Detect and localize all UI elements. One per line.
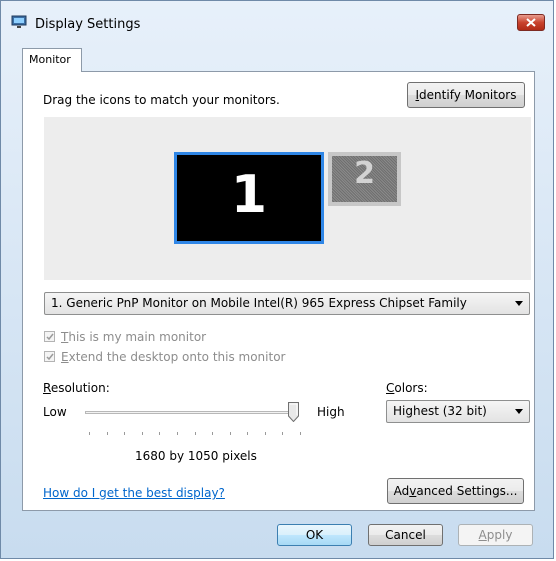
monitor-2-number: 2 <box>354 156 375 191</box>
apply-button[interactable]: Apply <box>458 524 533 546</box>
cancel-button[interactable]: Cancel <box>368 524 443 546</box>
tab-monitor[interactable]: Monitor <box>22 48 82 72</box>
resolution-slider-thumb[interactable] <box>288 402 299 422</box>
main-monitor-checkbox-box[interactable] <box>44 331 55 342</box>
display-settings-icon <box>11 15 27 28</box>
close-button[interactable] <box>517 14 545 31</box>
slider-tick <box>177 432 178 435</box>
extend-text: xtend the desktop onto this monitor <box>68 350 286 364</box>
monitor-2-icon[interactable]: 2 <box>328 152 401 206</box>
resolution-slider-track[interactable] <box>85 411 299 414</box>
resolution-accel: R <box>43 381 51 395</box>
resolution-readout: 1680 by 1050 pixels <box>135 449 257 463</box>
slider-tick <box>282 432 283 435</box>
chevron-down-icon <box>515 301 523 306</box>
title-bar[interactable]: Display Settings <box>1 1 553 41</box>
monitor-1-number: 1 <box>230 165 268 225</box>
resolution-slider-ticks <box>89 432 301 435</box>
identify-monitors-button[interactable]: Identify Monitors <box>407 82 525 108</box>
extend-desktop-label: Extend the desktop onto this monitor <box>61 350 285 364</box>
slider-tick <box>300 432 301 435</box>
main-monitor-label: This is my main monitor <box>61 330 206 344</box>
colors-select[interactable]: Highest (32 bit) <box>386 400 530 423</box>
chevron-down-icon <box>515 409 523 414</box>
slider-tick <box>265 432 266 435</box>
colors-select-value: Highest (32 bit) <box>393 404 487 418</box>
identify-label: dentify Monitors <box>419 88 517 102</box>
extend-accel: E <box>61 350 69 364</box>
monitor-select[interactable]: 1. Generic PnP Monitor on Mobile Intel(R… <box>44 292 530 315</box>
help-link-pre: How do <box>43 486 92 500</box>
slider-tick <box>124 432 125 435</box>
best-display-help-link[interactable]: How do I get the best display? <box>43 486 225 500</box>
slider-tick <box>89 432 90 435</box>
main-monitor-text: his is my main monitor <box>68 330 207 344</box>
tab-monitor-label: Monitor <box>29 53 71 66</box>
checkmark-icon <box>46 333 54 341</box>
colors-label: Colors: <box>386 381 428 395</box>
close-icon <box>526 18 536 27</box>
resolution-label: Resolution: <box>43 381 110 395</box>
checkmark-icon <box>46 353 54 361</box>
advanced-pre: Ad <box>393 484 410 498</box>
monitor-arrangement-area[interactable]: 1 2 <box>44 117 531 280</box>
slider-tick <box>230 432 231 435</box>
monitor-1-icon[interactable]: 1 <box>174 152 324 244</box>
slider-tick <box>195 432 196 435</box>
window-title: Display Settings <box>35 17 141 32</box>
help-link-post: get the best display? <box>95 486 225 500</box>
apply-accel: A <box>478 528 487 542</box>
slider-tick <box>247 432 248 435</box>
resolution-text: esolution: <box>50 381 110 395</box>
ok-button[interactable]: OK <box>277 524 352 546</box>
resolution-low-label: Low <box>43 405 67 419</box>
drag-instruction: Drag the icons to match your monitors. <box>43 93 280 107</box>
monitor-select-value: 1. Generic PnP Monitor on Mobile Intel(R… <box>51 296 467 310</box>
monitor-tab-panel: Drag the icons to match your monitors. I… <box>22 71 535 511</box>
slider-tick <box>142 432 143 435</box>
slider-tick <box>107 432 108 435</box>
extend-desktop-checkbox-box[interactable] <box>44 351 55 362</box>
advanced-settings-button[interactable]: Advanced Settings... <box>387 478 524 504</box>
colors-text: olors: <box>394 381 428 395</box>
slider-tick <box>212 432 213 435</box>
advanced-post: anced Settings... <box>416 484 518 498</box>
apply-text: pply <box>486 528 513 542</box>
resolution-high-label: High <box>317 405 345 419</box>
slider-tick <box>159 432 160 435</box>
display-settings-window: Display Settings Monitor Drag the icons … <box>0 0 554 559</box>
